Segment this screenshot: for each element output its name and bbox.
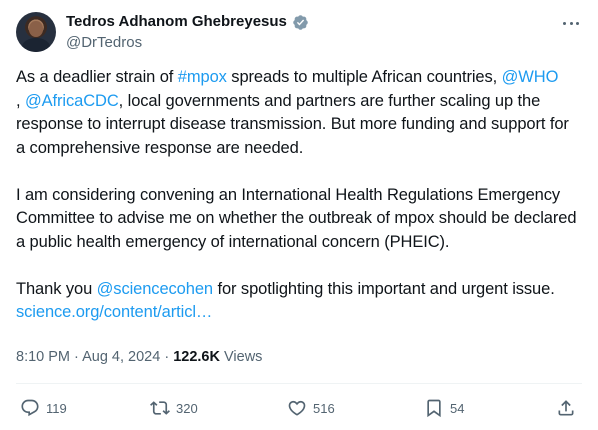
- reply-button[interactable]: 119: [20, 396, 67, 420]
- tweet-paragraph-3: Thank you @sciencecohen for spotlighting…: [16, 278, 582, 325]
- heart-icon: [288, 400, 306, 416]
- tweet-paragraph-2: I am considering convening an Internatio…: [16, 185, 577, 251]
- action-bar: 119 320 516 54: [0, 396, 598, 420]
- avatar[interactable]: [16, 12, 56, 52]
- text-segment: Thank you: [16, 279, 97, 298]
- like-count: 516: [313, 400, 335, 416]
- share-icon: [558, 400, 574, 416]
- meta-separator-2: ·: [160, 349, 174, 365]
- share-button[interactable]: [556, 396, 576, 420]
- views-label: Views: [219, 349, 263, 365]
- meta-separator: ·: [70, 349, 83, 365]
- text-segment: spreads to multiple African countries,: [226, 68, 502, 86]
- tweet-text: As a deadlier strain of #mpox spreads to…: [16, 66, 582, 325]
- views-count: 122.6K: [173, 349, 220, 365]
- repost-button[interactable]: 320: [150, 396, 198, 420]
- reply-icon: [21, 399, 39, 417]
- bookmark-button[interactable]: 54: [424, 396, 464, 420]
- text-segment: for spotlighting this important and urge…: [213, 279, 555, 298]
- avatar-coat: [22, 38, 50, 52]
- repost-count: 320: [176, 400, 198, 416]
- mention-sciencecohen-link[interactable]: @sciencecohen: [97, 280, 213, 298]
- reply-count: 119: [46, 400, 67, 416]
- author-handle[interactable]: @DrTedros: [66, 33, 142, 53]
- author-display-name[interactable]: Tedros Adhanom Ghebreyesus: [66, 12, 287, 32]
- bookmark-icon: [427, 399, 441, 418]
- tweet-card: Tedros Adhanom Ghebreyesus @DrTedros As …: [0, 0, 598, 430]
- like-button[interactable]: 516: [287, 396, 335, 420]
- repost-icon: [150, 401, 170, 415]
- mention-africacdc-link[interactable]: @AfricaCDC: [25, 92, 119, 110]
- hashtag-mpox-link[interactable]: #mpox: [178, 68, 227, 86]
- avatar-face: [29, 21, 43, 37]
- bookmark-count: 54: [450, 400, 465, 416]
- text-segment: As a deadlier strain of: [16, 68, 178, 86]
- verified-badge-icon[interactable]: [292, 14, 309, 31]
- text-segment: ,: [16, 91, 25, 110]
- article-link[interactable]: science.org/content/articl…: [16, 303, 212, 321]
- divider: [16, 383, 582, 384]
- tweet-meta: 8:10 PM · Aug 4, 2024 · 122.6K Views: [16, 347, 262, 367]
- mention-who-link[interactable]: @WHO: [502, 68, 559, 86]
- tweet-time-link[interactable]: 8:10 PM: [16, 349, 70, 365]
- author-name-row: Tedros Adhanom Ghebreyesus: [66, 12, 309, 32]
- tweet-paragraph-1: As a deadlier strain of #mpox spreads to…: [16, 66, 582, 160]
- more-options-icon[interactable]: [560, 14, 582, 32]
- tweet-date-link[interactable]: Aug 4, 2024: [82, 349, 160, 365]
